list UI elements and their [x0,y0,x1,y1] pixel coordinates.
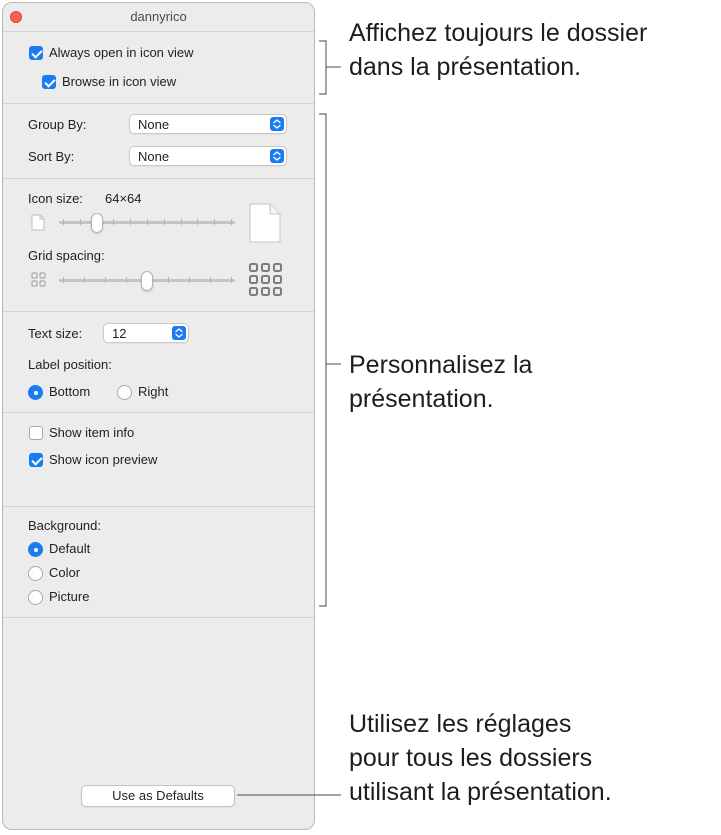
callout-top-line: dans la présentation. [349,53,582,81]
callout-middle-line: présentation. [349,385,494,413]
callout-bottom-line: utilisant la présentation. [349,778,612,806]
callout-top: Affichez toujours le dossier dans la pré… [349,16,647,84]
callout-middle-line: Personnalisez la [349,351,533,379]
callout-bottom-line: pour tous les dossiers [349,744,593,772]
top-bracket [319,40,327,95]
callout-bottom-line: Utilisez les réglages [349,710,572,738]
middle-bracket [319,113,327,607]
callout-bottom: Utilisez les réglages pour tous les doss… [349,707,612,809]
callout-top-line: Affichez toujours le dossier [349,19,648,47]
callout-middle: Personnalisez la présentation. [349,348,532,416]
